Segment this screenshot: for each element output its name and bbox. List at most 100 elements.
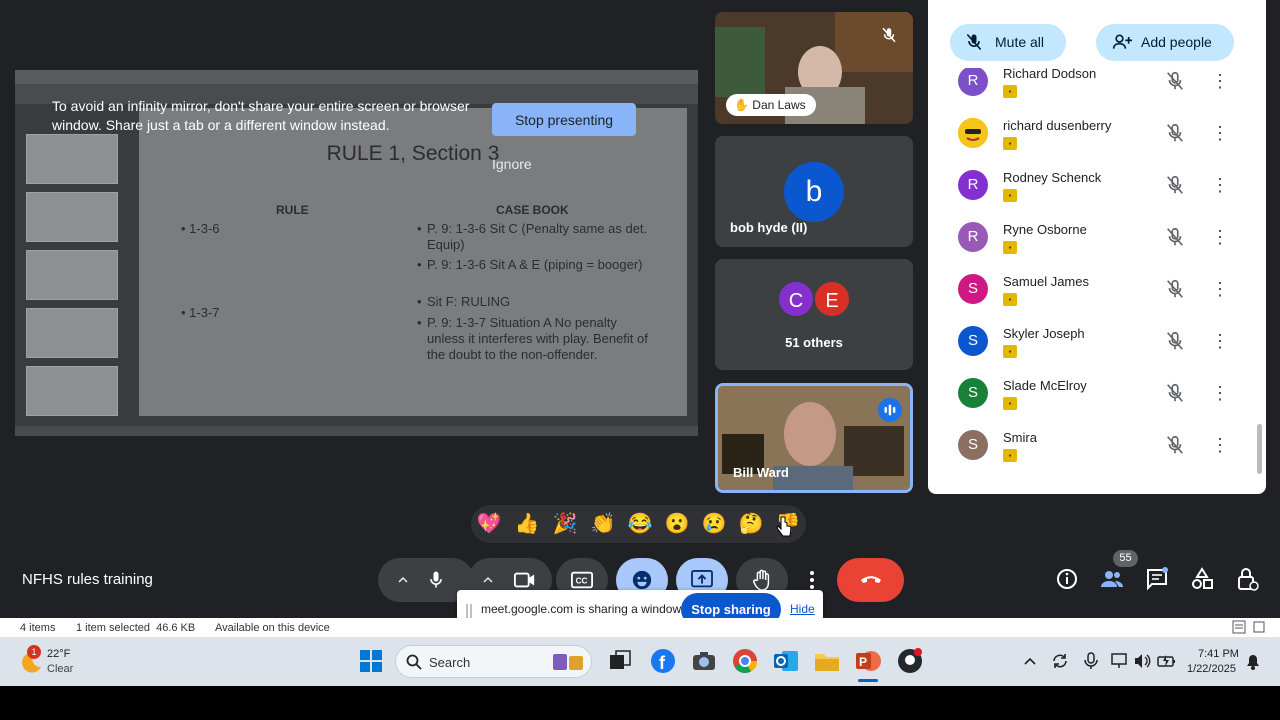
participant-row[interactable]: R Richard Dodson ▪ ⋮ (928, 68, 1248, 112)
notification-bell-icon[interactable] (1245, 654, 1261, 670)
sparkling-heart-icon[interactable]: 💖 (475, 511, 503, 537)
participant-more-icon[interactable]: ⋮ (1211, 430, 1229, 460)
mic-off-icon[interactable] (1164, 122, 1186, 144)
add-people-button[interactable]: Add people (1096, 24, 1234, 61)
tile-bill-ward[interactable]: Bill Ward (715, 383, 913, 493)
participant-more-icon[interactable]: ⋮ (1211, 170, 1229, 200)
participant-row[interactable]: S Smira ▪ ⋮ (928, 424, 1248, 476)
drag-handle-icon[interactable] (466, 604, 472, 618)
participant-more-icon[interactable]: ⋮ (1211, 274, 1229, 304)
clock-date[interactable]: 1/22/2025 (1187, 663, 1236, 675)
meeting-title: NFHS rules training (22, 571, 153, 588)
volume-icon[interactable] (1133, 652, 1151, 670)
participant-row[interactable]: richard dusenberry ▪ ⋮ (928, 112, 1248, 164)
slide-title: RULE 1, Section 3 (326, 142, 500, 165)
weather-temperature: 22°F (47, 648, 71, 660)
stop-presenting-button[interactable]: Stop presenting (492, 103, 636, 136)
mic-off-icon[interactable] (1164, 434, 1186, 456)
microphone-tray-icon[interactable] (1083, 652, 1099, 670)
surprised-face-icon[interactable]: 😮 (663, 511, 691, 537)
outlook-icon[interactable] (772, 647, 800, 675)
participant-avatar: R (958, 170, 988, 200)
tile-others[interactable]: C E 51 others (715, 259, 913, 370)
clapping-hands-icon[interactable]: 👏 (589, 511, 617, 537)
tiles-view-icon[interactable] (1252, 620, 1266, 634)
add-person-icon (1112, 34, 1132, 49)
mic-off-icon[interactable] (1164, 330, 1186, 352)
chevron-up-icon[interactable] (1023, 655, 1037, 667)
slide-thumbnail (26, 366, 118, 416)
hide-link[interactable]: Hide (790, 602, 815, 616)
mic-off-icon[interactable] (1164, 226, 1186, 248)
slide-thumbnails (23, 110, 135, 426)
tile-dan-laws[interactable]: ✋ Dan Laws (715, 12, 913, 124)
participant-more-icon[interactable]: ⋮ (1211, 68, 1229, 96)
participant-more-icon[interactable]: ⋮ (1211, 222, 1229, 252)
task-view-icon[interactable] (606, 647, 634, 675)
slide-thumbnail (26, 250, 118, 300)
host-controls-icon[interactable] (1235, 567, 1259, 591)
speaking-indicator-icon (878, 398, 902, 422)
companion-badge-icon: ▪ (1003, 449, 1017, 462)
present-icon (691, 570, 713, 588)
participant-name: Smira (1003, 430, 1037, 445)
people-panel: Mute all Add people R Richard Dodson ▪ ⋮ ric… (928, 0, 1266, 494)
chevron-up-icon[interactable] (482, 574, 494, 586)
companion-badge-icon: ▪ (1003, 397, 1017, 410)
file-explorer-icon[interactable] (813, 647, 841, 675)
activities-icon[interactable] (1190, 567, 1214, 591)
slide-thumbnail (26, 192, 118, 242)
taskbar-search[interactable]: Search (395, 645, 592, 678)
tile-bob-hyde[interactable]: b bob hyde (II) (715, 136, 913, 247)
weather-condition: Clear (47, 663, 74, 675)
search-highlight-icon (553, 654, 583, 670)
search-icon (406, 654, 422, 670)
participant-row[interactable]: S Samuel James ▪ ⋮ (928, 268, 1248, 320)
mic-off-icon[interactable] (1164, 278, 1186, 300)
tears-of-joy-icon[interactable]: 😂 (626, 511, 654, 537)
windows-start-icon[interactable] (357, 647, 385, 675)
battery-icon[interactable] (1157, 652, 1177, 670)
participant-row[interactable]: S Slade McElroy ▪ ⋮ (928, 372, 1248, 424)
participant-row[interactable]: R Rodney Schenck ▪ ⋮ (928, 164, 1248, 216)
sharing-notification: meet.google.com is sharing a window. Sto… (457, 590, 823, 618)
mute-all-button[interactable]: Mute all (950, 24, 1066, 61)
thinking-face-icon[interactable]: 🤔 (737, 511, 765, 537)
microphone-icon[interactable] (426, 569, 446, 591)
participant-more-icon[interactable]: ⋮ (1211, 326, 1229, 356)
details-view-icon[interactable] (1232, 620, 1246, 634)
chevron-up-icon[interactable] (397, 574, 409, 586)
github-icon[interactable] (896, 647, 924, 675)
camera-app-icon[interactable] (690, 647, 718, 675)
clock-time[interactable]: 7:41 PM (1198, 648, 1239, 660)
ignore-button[interactable]: Ignore (492, 156, 552, 172)
mic-off-icon[interactable] (1164, 70, 1186, 92)
powerpoint-icon[interactable]: P (854, 647, 882, 675)
hand-icon (753, 569, 770, 591)
sharing-text: meet.google.com is sharing a window. (481, 602, 684, 616)
sync-icon[interactable] (1050, 652, 1070, 670)
chrome-icon[interactable] (731, 647, 759, 675)
meeting-details-icon[interactable] (1055, 567, 1079, 591)
thumbs-up-icon[interactable]: 👍 (513, 511, 541, 537)
selection-info: 1 item selected 46.6 KB (76, 622, 196, 634)
people-icon[interactable] (1100, 567, 1124, 591)
panel-scrollbar[interactable] (1257, 424, 1262, 474)
participant-name: Skyler Joseph (1003, 326, 1085, 341)
leave-call-button[interactable] (837, 558, 904, 602)
stop-sharing-button[interactable]: Stop sharing (681, 593, 781, 618)
facebook-icon[interactable]: f (649, 647, 677, 675)
network-icon[interactable] (1110, 652, 1130, 670)
participant-row[interactable]: R Ryne Osborne ▪ ⋮ (928, 216, 1248, 268)
camera-icon[interactable] (514, 571, 536, 589)
companion-badge-icon: ▪ (1003, 293, 1017, 306)
participant-row[interactable]: S Skyler Joseph ▪ ⋮ (928, 320, 1248, 372)
mic-off-icon[interactable] (1164, 382, 1186, 404)
chat-icon[interactable] (1145, 567, 1169, 591)
party-popper-icon[interactable]: 🎉 (551, 511, 579, 537)
participant-name: Samuel James (1003, 274, 1089, 289)
participant-more-icon[interactable]: ⋮ (1211, 118, 1229, 148)
participant-more-icon[interactable]: ⋮ (1211, 378, 1229, 408)
sad-face-icon[interactable]: 😢 (700, 511, 728, 537)
mic-off-icon[interactable] (1164, 174, 1186, 196)
